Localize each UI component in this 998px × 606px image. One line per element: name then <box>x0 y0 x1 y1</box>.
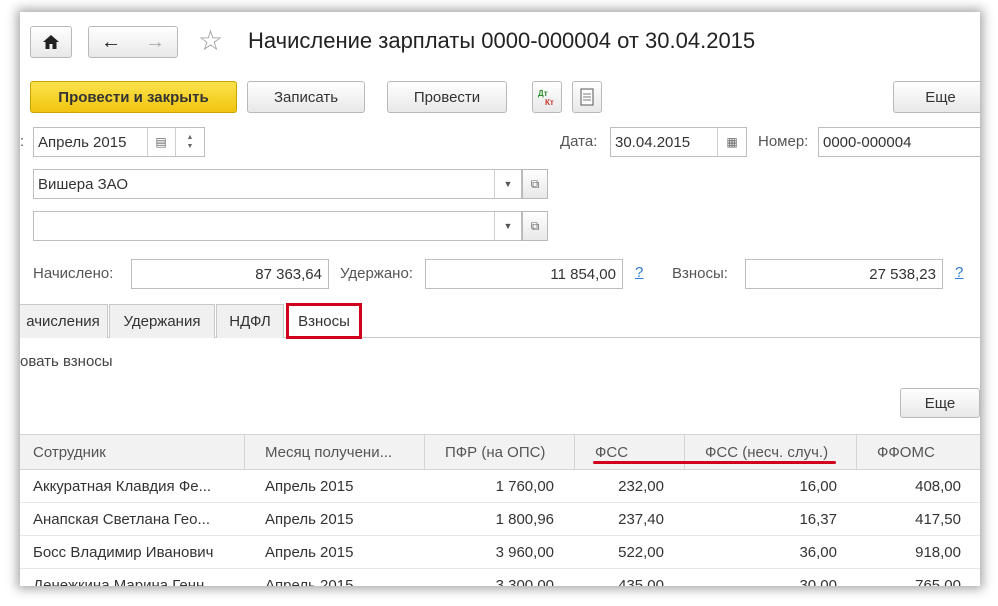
print-report-button[interactable] <box>572 81 602 113</box>
cell-fss-accident: 16,37 <box>799 511 837 528</box>
calendar-icon[interactable]: ▦ <box>717 128 746 156</box>
contributions-value: 27 538,23 <box>869 265 936 283</box>
cell-employee: Аккуратная Клавдия Фе... <box>33 478 212 495</box>
open-organization-button[interactable]: ⧉ <box>522 169 548 199</box>
tab-accruals[interactable]: ачисления <box>20 304 108 338</box>
cell-pfr: 1 800,96 <box>495 511 554 528</box>
cell-employee: Денежкина Марина Генн... <box>33 577 217 586</box>
cell-ffoms: 408,00 <box>915 478 961 495</box>
cell-fss: 522,00 <box>618 544 664 561</box>
post-button[interactable]: Провести <box>387 81 507 113</box>
table-row[interactable]: Босс Владимир Иванович Апрель 2015 3 960… <box>20 536 980 569</box>
open-department-button[interactable]: ⧉ <box>522 211 548 241</box>
home-icon <box>43 35 59 49</box>
debit-credit-icon: Дт Кт <box>538 89 554 107</box>
table-row[interactable]: Денежкина Марина Генн... Апрель 2015 3 3… <box>20 569 980 586</box>
cell-fss-accident: 16,00 <box>799 478 837 495</box>
month-value: Апрель 2015 <box>38 133 127 151</box>
date-label: Дата: <box>560 133 598 150</box>
contributions-field: 27 538,23 <box>745 259 943 289</box>
cell-pfr: 3 960,00 <box>495 544 554 561</box>
accrued-value: 87 363,64 <box>255 265 322 283</box>
cell-month: Апрель 2015 <box>265 511 354 528</box>
cell-month: Апрель 2015 <box>265 544 354 561</box>
tab-deductions[interactable]: Удержания <box>109 304 215 338</box>
cell-month: Апрель 2015 <box>265 577 354 586</box>
post-and-close-button[interactable]: Провести и закрыть <box>30 81 237 113</box>
svg-text:Дт: Дт <box>538 89 548 98</box>
department-field[interactable]: ▼ <box>33 211 522 241</box>
forward-arrow-icon[interactable]: → <box>145 31 165 54</box>
cell-fss: 435,00 <box>618 577 664 586</box>
cell-ffoms: 417,50 <box>915 511 961 528</box>
col-fss[interactable]: ФСС <box>575 434 685 470</box>
withheld-label: Удержано: <box>340 265 413 282</box>
back-forward-group: ← → <box>88 26 178 58</box>
month-field[interactable]: Апрель 2015 ▤ ▲ ▼ <box>33 127 205 157</box>
accrued-field: 87 363,64 <box>131 259 329 289</box>
withheld-value: 11 854,00 <box>550 265 616 283</box>
cell-fss: 237,40 <box>618 511 664 528</box>
organization-field[interactable]: Вишера ЗАО ▼ <box>33 169 522 199</box>
window-title: Начисление зарплаты 0000-000004 от 30.04… <box>248 28 756 53</box>
withheld-field: 11 854,00 <box>425 259 623 289</box>
contributions-label: Взносы: <box>672 265 728 282</box>
month-label-fragment: : <box>20 133 25 150</box>
cell-fss-accident: 30,00 <box>799 577 837 586</box>
cell-employee: Босс Владимир Иванович <box>33 544 214 561</box>
organization-value: Вишера ЗАО <box>38 175 129 193</box>
cell-ffoms: 765,00 <box>915 577 961 586</box>
table-row[interactable]: Анапская Светлана Гео... Апрель 2015 1 8… <box>20 503 980 536</box>
number-label: Номер: <box>758 133 809 150</box>
col-pfr[interactable]: ПФР (на ОПС) <box>425 434 575 470</box>
svg-text:Кт: Кт <box>545 98 554 107</box>
open-link-icon: ⧉ <box>530 218 540 233</box>
number-value: 0000-000004 <box>823 133 912 151</box>
home-button[interactable] <box>30 26 72 58</box>
open-link-icon: ⧉ <box>530 176 540 191</box>
favorite-star-icon[interactable]: ☆ <box>198 26 223 56</box>
cell-pfr: 3 300,00 <box>495 577 554 586</box>
document-window: ← → ☆ Начисление зарплаты 0000-000004 от… <box>20 12 980 586</box>
document-icon <box>580 88 594 106</box>
contributions-help-link[interactable]: ? <box>955 264 963 281</box>
dropdown-arrow-icon[interactable]: ▼ <box>494 212 521 240</box>
col-month[interactable]: Месяц получени... <box>245 434 425 470</box>
cell-pfr: 1 760,00 <box>495 478 554 495</box>
table-row[interactable]: Аккуратная Клавдия Фе... Апрель 2015 1 7… <box>20 470 980 503</box>
month-calendar-icon[interactable]: ▤ <box>147 128 174 156</box>
debit-credit-button[interactable]: Дт Кт <box>532 81 562 113</box>
cell-month: Апрель 2015 <box>265 478 354 495</box>
back-arrow-icon[interactable]: ← <box>101 31 121 54</box>
col-ffoms[interactable]: ФФОМС <box>857 434 980 470</box>
dropdown-arrow-icon[interactable]: ▼ <box>494 170 521 198</box>
table-more-button[interactable]: Еще <box>900 388 980 418</box>
cell-fss-accident: 36,00 <box>799 544 837 561</box>
save-button[interactable]: Записать <box>247 81 365 113</box>
month-spinner[interactable]: ▲ ▼ <box>175 128 204 156</box>
date-field[interactable]: 30.04.2015 ▦ <box>610 127 747 157</box>
cell-ffoms: 918,00 <box>915 544 961 561</box>
highlight-underline <box>593 461 836 464</box>
number-field[interactable]: 0000-000004 <box>818 127 980 157</box>
date-value: 30.04.2015 <box>615 133 691 151</box>
recalculate-contributions-link[interactable]: овать взносы <box>20 353 113 370</box>
cell-employee: Анапская Светлана Гео... <box>33 511 210 528</box>
col-employee[interactable]: Сотрудник <box>20 434 245 470</box>
tab-ndfl[interactable]: НДФЛ <box>216 304 284 338</box>
tab-contributions[interactable]: Взносы <box>286 303 362 339</box>
col-fss-accident[interactable]: ФСС (несч. случ.) <box>685 434 857 470</box>
accrued-label: Начислено: <box>33 265 114 282</box>
more-button[interactable]: Еще <box>893 81 980 113</box>
cell-fss: 232,00 <box>618 478 664 495</box>
withheld-help-link[interactable]: ? <box>635 264 643 281</box>
